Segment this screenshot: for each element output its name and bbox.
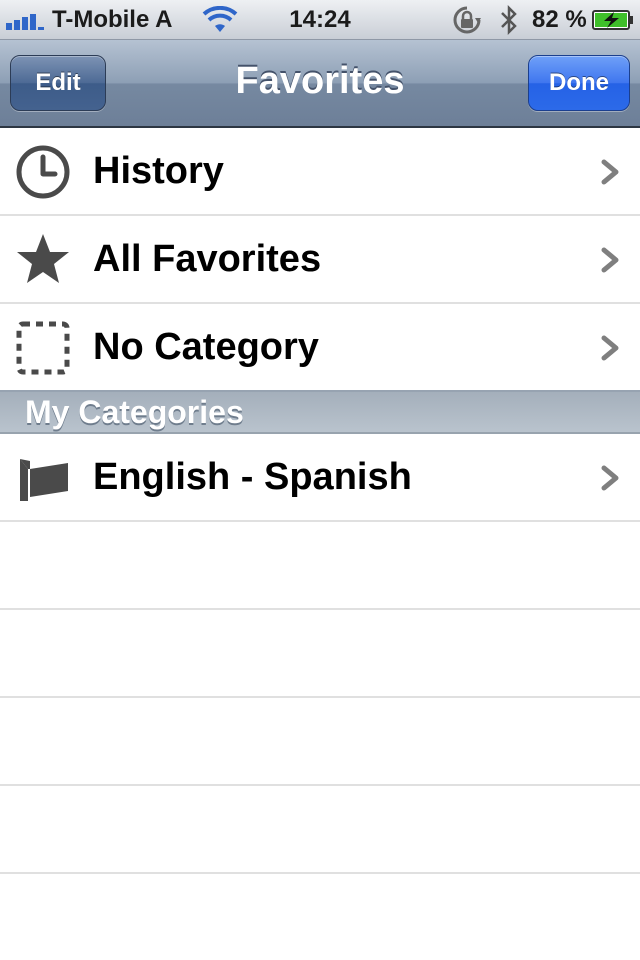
star-icon [17, 234, 69, 283]
section-title: My Categories [25, 394, 244, 430]
empty-row [0, 522, 640, 610]
battery-percent: 82 % [532, 6, 587, 33]
flag-icon [20, 459, 68, 501]
row-all-favorites[interactable]: All Favorites [0, 216, 640, 304]
empty-row [0, 786, 640, 874]
battery-charging-icon [592, 10, 633, 30]
empty-row [0, 698, 640, 786]
row-no-category[interactable]: No Category [0, 304, 640, 392]
chevron-right-icon [601, 159, 619, 185]
status-bar: T-Mobile A 14:24 82 % [0, 0, 640, 40]
dashed-square-icon [16, 321, 70, 375]
row-label: History [93, 150, 224, 192]
bluetooth-icon [501, 4, 517, 36]
row-label: No Category [93, 326, 319, 368]
section-header-my-categories: My Categories [0, 390, 640, 434]
navigation-bar: Favorites Edit Done [0, 40, 640, 128]
screen: T-Mobile A 14:24 82 % Favorites Edit Don… [0, 0, 640, 960]
row-english-spanish[interactable]: English - Spanish [0, 434, 640, 522]
edit-button[interactable]: Edit [10, 55, 106, 111]
clock-icon [16, 145, 70, 199]
row-history[interactable]: History [0, 128, 640, 216]
rotation-lock-icon [453, 6, 481, 34]
chevron-right-icon [601, 247, 619, 273]
chevron-right-icon [601, 465, 619, 491]
done-button[interactable]: Done [528, 55, 630, 111]
favorites-table: History All Favorites No Category My Cat… [0, 128, 640, 874]
chevron-right-icon [601, 335, 619, 361]
row-label: All Favorites [93, 238, 322, 280]
empty-row [0, 610, 640, 698]
row-label: English - Spanish [93, 456, 412, 498]
